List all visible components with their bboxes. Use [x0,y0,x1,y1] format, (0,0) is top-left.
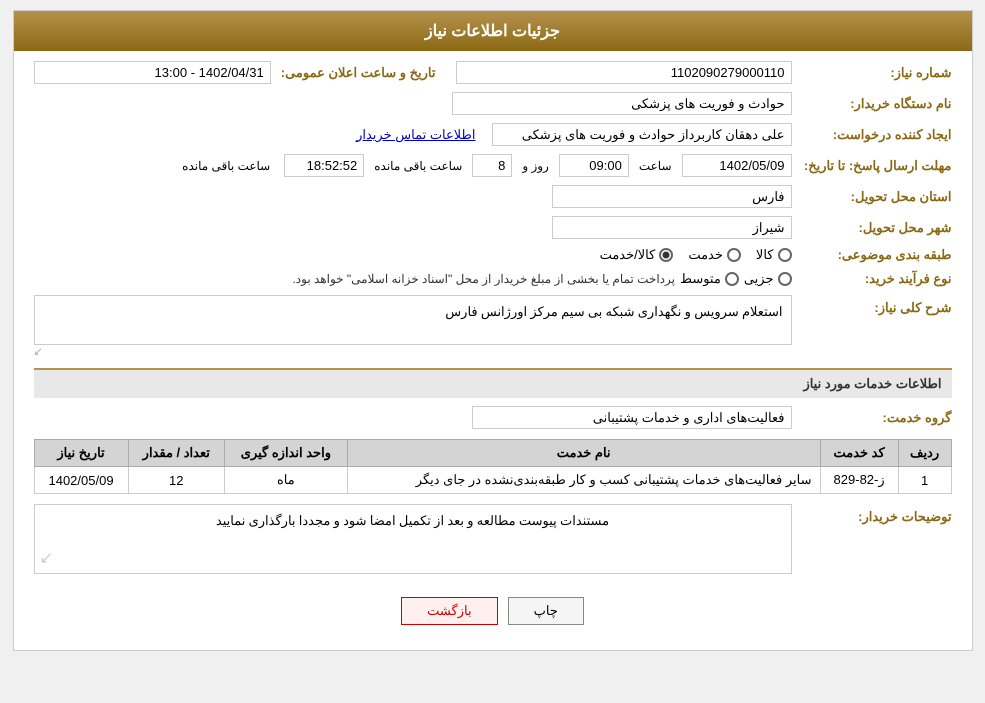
col-header-name: نام خدمت [347,440,820,467]
general-description-box: استعلام سرویس و نگهداری شبکه بی سیم مرکز… [34,295,792,345]
announcement-label: تاریخ و ساعت اعلان عمومی: [271,65,436,81]
services-table-section: ردیف کد خدمت نام خدمت واحد اندازه گیری ت… [34,439,952,494]
category-kala-khedmat[interactable]: کالا/خدمت [600,247,674,263]
buyer-station-row: نام دستگاه خریدار: [34,92,952,115]
process-note: پرداخت تمام یا بخشی از مبلغ خریدار از مح… [292,272,675,286]
response-remaining-label: ساعت باقی مانده [374,159,462,173]
page-title: جزئیات اطلاعات نیاز [425,23,560,40]
cell-row-0: 1 [898,467,951,494]
creator-label: ایجاد کننده درخواست: [792,127,952,143]
service-group-label: گروه خدمت: [792,410,952,426]
remaining-hours-label: ساعت باقی مانده [182,159,270,173]
process-label: نوع فرآیند خرید: [792,271,952,287]
response-deadline-label: مهلت ارسال پاسخ: تا تاریخ: [792,158,952,174]
delivery-city-input[interactable] [552,216,792,239]
general-description-row: شرح کلی نیاز: استعلام سرویس و نگهداری شب… [34,295,952,358]
resize-icon: ↙ [40,548,53,568]
category-kala-label: کالا [756,247,774,263]
category-kala-khedmat-label: کالا/خدمت [600,247,656,263]
category-khedmat-label: خدمت [688,247,723,263]
buyer-station-label: نام دستگاه خریدار: [792,96,952,112]
cell-unit-0: ماه [225,467,348,494]
page-header: جزئیات اطلاعات نیاز [14,11,972,51]
col-header-code: کد خدمت [820,440,898,467]
back-button[interactable]: بازگشت [401,597,497,625]
contact-link[interactable]: اطلاعات تماس خریدار [356,127,475,143]
need-number-label: شماره نیاز: [792,65,952,81]
delivery-province-input[interactable] [552,185,792,208]
response-date-input[interactable] [682,154,792,177]
buyer-notes-box: مستندات پیوست مطالعه و بعد از تکمیل امضا… [34,504,792,574]
buyer-notes-label: توضیحات خریدار: [792,504,952,525]
delivery-city-row: شهر محل تحویل: [34,216,952,239]
col-header-row: ردیف [898,440,951,467]
response-deadline-inputs: ساعت روز و ساعت باقی مانده ساعت باقی مان… [34,154,792,177]
radio-motavaset-icon [725,272,739,286]
action-buttons-row: چاپ بازگشت [34,582,952,640]
table-row: 1 ز-82-829 سایر فعالیت‌های خدمات پشتیبان… [34,467,951,494]
service-group-input[interactable] [472,406,792,429]
buyer-notes-section: توضیحات خریدار: مستندات پیوست مطالعه و ب… [34,504,952,574]
category-row: طبقه بندی موضوعی: کالا خدمت کالا/خدمت [34,247,952,263]
response-deadline-row: مهلت ارسال پاسخ: تا تاریخ: ساعت روز و سا… [34,154,952,177]
page-wrapper: جزئیات اطلاعات نیاز شماره نیاز: تاریخ و … [13,10,973,651]
radio-kala-khedmat-icon [659,248,673,262]
response-days-label: روز و [522,159,549,173]
services-section-header: اطلاعات خدمات مورد نیاز [34,368,952,398]
cell-code-0: ز-82-829 [820,467,898,494]
process-type-options: جزیی متوسط پرداخت تمام یا بخشی از مبلغ خ… [292,271,791,287]
need-number-row: شماره نیاز: تاریخ و ساعت اعلان عمومی: [34,61,952,84]
delivery-province-label: استان محل تحویل: [792,189,952,205]
cell-qty-0: 12 [128,467,224,494]
creator-row: ایجاد کننده درخواست: اطلاعات تماس خریدار [34,123,952,146]
response-time-input[interactable] [559,154,629,177]
category-khedmat[interactable]: خدمت [688,247,741,263]
general-description-container: استعلام سرویس و نگهداری شبکه بی سیم مرکز… [34,295,792,358]
buyer-notes-text: مستندات پیوست مطالعه و بعد از تکمیل امضا… [216,513,609,528]
announcement-input[interactable] [34,61,271,84]
process-jazii[interactable]: جزیی [744,271,792,287]
col-header-unit: واحد اندازه گیری [225,440,348,467]
process-motavaset-label: متوسط [680,271,721,287]
main-content: شماره نیاز: تاریخ و ساعت اعلان عمومی: نا… [14,51,972,650]
print-button[interactable]: چاپ [508,597,584,625]
radio-kala-icon [778,248,792,262]
radio-khedmat-icon [727,248,741,262]
col-header-date: تاریخ نیاز [34,440,128,467]
table-header-row: ردیف کد خدمت نام خدمت واحد اندازه گیری ت… [34,440,951,467]
response-time-label: ساعت [639,159,672,173]
radio-jazii-icon [778,272,792,286]
process-type-row: نوع فرآیند خرید: جزیی متوسط پرداخت تمام … [34,271,952,287]
general-description-label: شرح کلی نیاز: [792,295,952,316]
delivery-province-row: استان محل تحویل: [34,185,952,208]
service-group-row: گروه خدمت: [34,406,952,429]
category-radio-group: کالا خدمت کالا/خدمت [600,247,792,263]
process-jazii-label: جزیی [744,271,774,287]
response-days-input[interactable] [472,154,512,177]
buyer-station-input[interactable] [452,92,792,115]
delivery-city-label: شهر محل تحویل: [792,220,952,236]
col-header-qty: تعداد / مقدار [128,440,224,467]
response-remaining-input[interactable] [284,154,364,177]
category-kala[interactable]: کالا [756,247,792,263]
services-table: ردیف کد خدمت نام خدمت واحد اندازه گیری ت… [34,439,952,494]
need-number-input[interactable] [456,61,792,84]
category-label: طبقه بندی موضوعی: [792,247,952,263]
cell-date-0: 1402/05/09 [34,467,128,494]
cell-name-0: سایر فعالیت‌های خدمات پشتیبانی کسب و کار… [347,467,820,494]
process-motavaset[interactable]: متوسط [680,271,739,287]
creator-input[interactable] [492,123,792,146]
